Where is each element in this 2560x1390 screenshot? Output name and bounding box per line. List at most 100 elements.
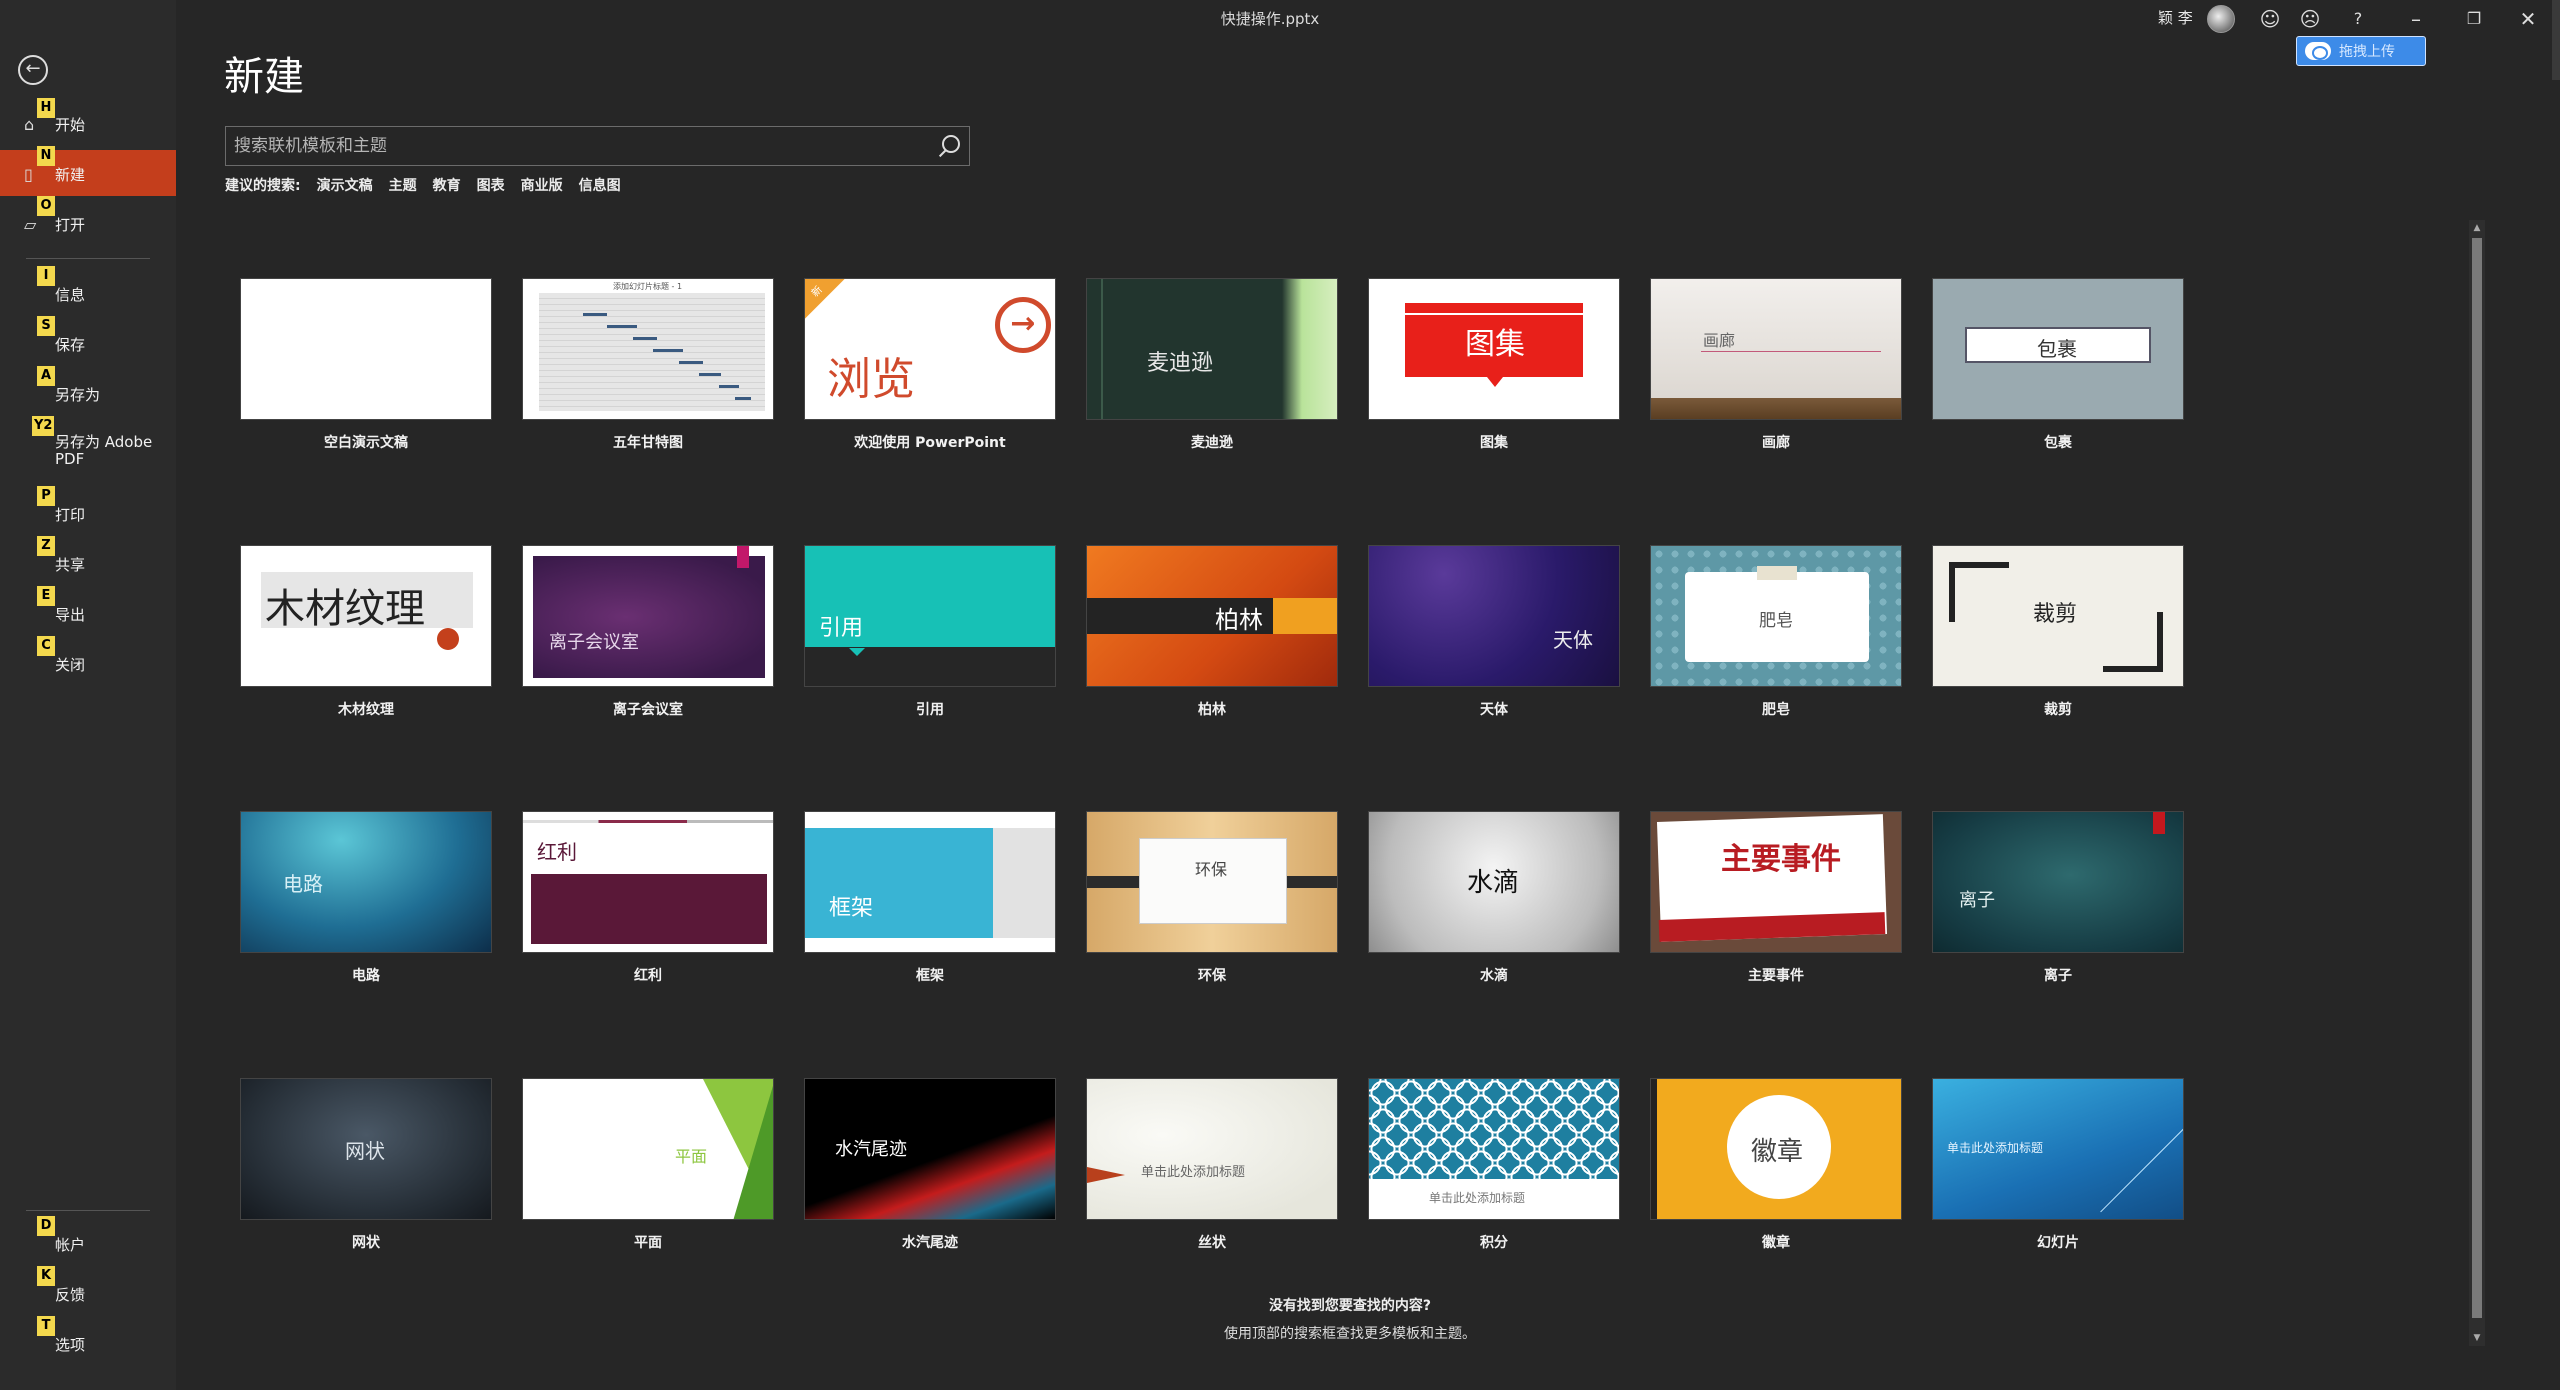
scroll-up-icon[interactable]: ▲ [2469, 220, 2485, 236]
template-tile[interactable]: 新 浏览 → 欢迎使用 PowerPoint [804, 278, 1056, 452]
suggest-link[interactable]: 商业版 [521, 175, 563, 195]
keytip: E [37, 586, 55, 606]
sidebar-item-home[interactable]: ⌂ H 开始 [0, 98, 176, 146]
template-thumbnail: 图集 [1368, 278, 1620, 420]
template-tile[interactable]: 添加幻灯片标题 - 1 五年甘特图 [522, 278, 774, 452]
template-tile[interactable]: 水滴 水滴 [1368, 811, 1620, 985]
thumb-text: 柏林 [1215, 606, 1263, 634]
suggest-link[interactable]: 主题 [389, 175, 417, 195]
template-tile[interactable]: 裁剪 裁剪 [1932, 545, 2184, 719]
thumb-text: 木材纹理 [265, 586, 425, 632]
template-tile[interactable]: 单击此处添加标题 积分 [1368, 1078, 1620, 1252]
gantt-bar [653, 349, 683, 352]
scroll-down-icon[interactable]: ▼ [2469, 1330, 2485, 1346]
close-icon[interactable]: ✕ [2510, 3, 2546, 35]
template-tile[interactable]: 水汽尾迹 水汽尾迹 [804, 1078, 1056, 1252]
sidebar-item-options[interactable]: T 选项 [0, 1316, 176, 1366]
help-icon[interactable]: ? [2340, 3, 2376, 35]
suggest-link[interactable]: 信息图 [579, 175, 621, 195]
sidebar-item-save-as-pdf[interactable]: Y2 另存为 Adobe PDF [0, 416, 176, 476]
thumb-text: 离子会议室 [549, 632, 639, 653]
sidebar-item-info[interactable]: I 信息 [0, 266, 176, 316]
template-thumbnail: 添加幻灯片标题 - 1 [522, 278, 774, 420]
restore-icon[interactable]: ❐ [2456, 3, 2492, 35]
decor-line [1405, 313, 1583, 315]
template-thumbnail: 平面 [522, 1078, 774, 1220]
suggest-link[interactable]: 演示文稿 [317, 175, 373, 195]
tape [1757, 566, 1797, 580]
sidebar-item-print[interactable]: P 打印 [0, 486, 176, 536]
keytip: S [37, 316, 55, 336]
template-label: 丝状 [1198, 1235, 1226, 1251]
suggest-link[interactable]: 图表 [477, 175, 505, 195]
search-icon[interactable] [933, 133, 961, 161]
smile-icon[interactable]: ☺ [2252, 3, 2288, 35]
template-tile[interactable]: 单击此处添加标题 幻灯片 [1932, 1078, 2184, 1252]
template-label: 徽章 [1762, 1235, 1790, 1251]
template-tile[interactable]: 单击此处添加标题 丝状 [1086, 1078, 1338, 1252]
footer-hint: 使用顶部的搜索框查找更多模板和主题。 [1224, 1326, 1476, 1342]
upload-button[interactable]: 拖拽上传 [2296, 36, 2426, 66]
sidebar-item-label: 新建 [55, 166, 86, 184]
template-tile[interactable]: 红利 红利 [522, 811, 774, 985]
template-tile[interactable]: 环保 环保 [1086, 811, 1338, 985]
sidebar-item-label: 打印 [55, 506, 86, 524]
sidebar-item-new[interactable]: ▯ N 新建 [0, 146, 176, 196]
sidebar-item-save-as[interactable]: A 另存为 [0, 366, 176, 416]
keytip: A [37, 366, 55, 386]
sidebar-item-feedback[interactable]: K 反馈 [0, 1266, 176, 1316]
sidebar-item-share[interactable]: Z 共享 [0, 536, 176, 586]
template-tile[interactable]: 平面 平面 [522, 1078, 774, 1252]
template-tile[interactable]: 徽章 徽章 [1650, 1078, 1902, 1252]
template-tile[interactable]: 画廊 画廊 [1650, 278, 1902, 452]
user-name[interactable]: 颖 李 [2158, 7, 2193, 28]
template-thumbnail: 天体 [1368, 545, 1620, 687]
template-tile[interactable]: 麦迪逊 麦迪逊 [1086, 278, 1338, 452]
template-tile[interactable]: 离子 离子 [1932, 811, 2184, 985]
upload-label: 拖拽上传 [2339, 44, 2395, 60]
template-thumbnail: 离子会议室 [522, 545, 774, 687]
gantt-bar [607, 325, 637, 328]
sidebar-item-label: 导出 [55, 606, 86, 624]
template-tile[interactable]: 离子会议室 离子会议室 [522, 545, 774, 719]
template-label: 主要事件 [1748, 968, 1804, 984]
template-tile[interactable]: 网状 网状 [240, 1078, 492, 1252]
gantt-bar [735, 397, 751, 400]
gantt-bar [583, 313, 607, 316]
search-input[interactable] [234, 133, 914, 159]
window-edge [2552, 0, 2560, 80]
template-tile[interactable]: 柏林 柏林 [1086, 545, 1338, 719]
suggest-link[interactable]: 教育 [433, 175, 461, 195]
back-button[interactable]: ← [18, 55, 48, 85]
template-tile[interactable]: 肥皂 肥皂 [1650, 545, 1902, 719]
gantt-bar [679, 361, 703, 364]
template-thumbnail: 单击此处添加标题 [1932, 1078, 2184, 1220]
label-line-2: PDF [55, 450, 85, 468]
sidebar-item-label: 反馈 [55, 1286, 86, 1304]
template-tile[interactable]: 包裹 包裹 [1932, 278, 2184, 452]
folder-icon: ▱ [24, 215, 37, 234]
template-tile[interactable]: 引用 引用 [804, 545, 1056, 719]
template-label: 水滴 [1480, 968, 1508, 984]
scrollbar-thumb[interactable] [2472, 238, 2482, 1318]
template-tile[interactable]: 框架 框架 [804, 811, 1056, 985]
avatar[interactable] [2207, 5, 2235, 33]
frown-icon[interactable]: ☹ [2292, 3, 2328, 35]
template-tile[interactable]: 主要事件 主要事件 [1650, 811, 1902, 985]
back-arrow-icon: ← [25, 58, 41, 79]
template-tile[interactable]: 木材纹理 木材纹理 [240, 545, 492, 719]
template-tile[interactable]: 空白演示文稿 [240, 278, 492, 452]
template-tile[interactable]: 天体 天体 [1368, 545, 1620, 719]
sidebar-item-export[interactable]: E 导出 [0, 586, 176, 636]
minimize-icon[interactable]: – [2398, 3, 2434, 35]
template-tile[interactable]: 电路 电路 [240, 811, 492, 985]
template-tile[interactable]: 图集 图集 [1368, 278, 1620, 452]
new-doc-icon: ▯ [24, 165, 33, 184]
template-thumbnail [240, 278, 492, 420]
suggest-label: 建议的搜索: [225, 178, 301, 194]
sidebar-item-open[interactable]: ▱ O 打开 [0, 196, 176, 246]
sidebar-item-account[interactable]: D 帐户 [0, 1216, 176, 1266]
sidebar-item-close[interactable]: C 关闭 [0, 636, 176, 686]
thumb-text: 单击此处添加标题 [1947, 1141, 2044, 1155]
sidebar-item-save[interactable]: S 保存 [0, 316, 176, 366]
